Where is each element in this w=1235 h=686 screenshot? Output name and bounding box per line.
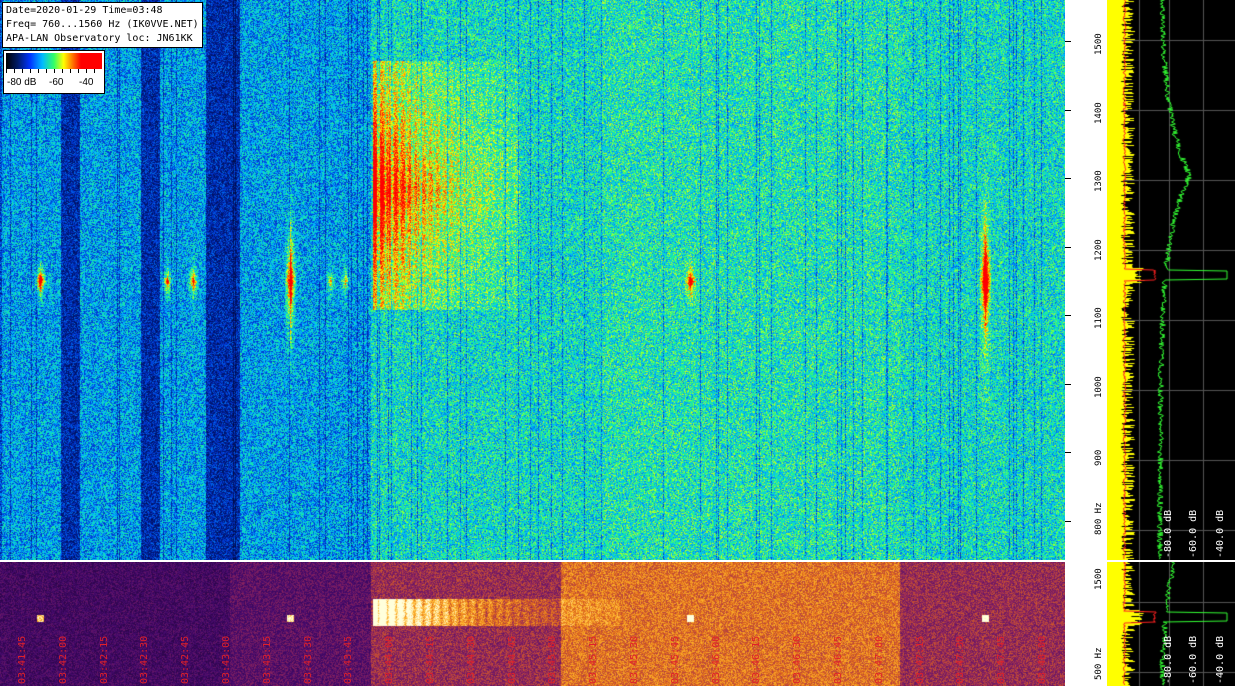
color-scale-ticks: [6, 69, 102, 73]
time-label: 03:44:00: [384, 635, 396, 684]
time-label: 03:45:15: [588, 635, 600, 684]
scale-label-min: -80 dB: [7, 77, 37, 88]
time-label: 03:47:00: [873, 635, 885, 684]
time-label: 03:45:45: [669, 635, 681, 684]
freq-tick-mark: [1065, 315, 1071, 317]
info-date-time: Date=2020-01-29 Time=03:48: [6, 5, 163, 16]
db-label: -60.0 dB: [1188, 509, 1199, 558]
info-observatory: APA-LAN Observatory loc: JN61KK: [6, 33, 193, 44]
time-label: 03:47:15: [914, 635, 926, 684]
freq-tick-label: 1200: [1094, 238, 1104, 261]
time-label: 03:44:45: [506, 635, 518, 684]
time-label: 03:44:30: [465, 635, 477, 684]
scale-label-mid: -60: [49, 77, 64, 88]
time-label: 03:47:30: [955, 635, 967, 684]
freq-tick-label: 1500: [1094, 33, 1104, 56]
freq-tick-mark: [1065, 246, 1071, 248]
time-label: 03:43:30: [302, 635, 314, 684]
freq-tick-mark: [1065, 178, 1071, 180]
freq-tick-mark: [1065, 520, 1071, 522]
freq-tick-mark: [1065, 41, 1071, 43]
freq-tick-label: 1400: [1094, 101, 1104, 124]
time-label: 03:46:30: [792, 635, 804, 684]
time-label: 03:42:00: [57, 635, 69, 684]
time-label: 03:42:45: [180, 635, 192, 684]
frequency-axis-lower: 1500 500 Hz: [1065, 562, 1107, 686]
scale-label-max: -40: [79, 77, 94, 88]
freq-tick-label: 1100: [1094, 307, 1104, 330]
time-label: 03:46:45: [833, 635, 844, 684]
freq-tick-mark: [1065, 109, 1071, 111]
freq-lower-tick-label: 1500: [1094, 568, 1104, 590]
time-label: 03:42:15: [98, 635, 110, 684]
time-label: 03:46:00: [710, 635, 722, 684]
freq-tick-mark: [1065, 452, 1071, 454]
freq-tick-label: 1300: [1094, 170, 1104, 193]
db-label: -80.0 dB: [1163, 509, 1174, 558]
color-scale-legend: -80 dB -60 -40: [3, 50, 105, 94]
time-label: 03:47:45: [996, 635, 1008, 684]
time-label: 03:45:00: [547, 635, 559, 684]
time-label: 03:46:15: [751, 635, 763, 684]
freq-tick-label: 1000: [1094, 375, 1104, 398]
db-label-lower: -80.0 dB: [1163, 635, 1174, 684]
db-label-lower: -40.0 dB: [1215, 635, 1226, 684]
freq-lower-tick-label: 500 Hz: [1094, 647, 1104, 680]
color-scale-bar: [6, 53, 102, 69]
time-label: 03:48:00: [1037, 635, 1048, 684]
freq-tick-mark: [1065, 383, 1071, 385]
info-box: Date=2020-01-29 Time=03:48 Freq= 760...15…: [2, 2, 203, 48]
waterfall-overview: [0, 562, 1065, 686]
waterfall-spectrogram: [0, 0, 1065, 560]
time-label: 03:43:15: [261, 635, 273, 684]
time-label: 03:42:30: [139, 635, 151, 684]
info-frequency: Freq= 760...1560 Hz (IK0VVE.NET): [6, 19, 199, 30]
freq-tick-label: 800 Hz: [1094, 502, 1104, 535]
frequency-axis: 1500 1400 1300 1200 1100 1000 900 800 Hz: [1065, 0, 1107, 560]
db-label-lower: -60.0 dB: [1188, 635, 1199, 684]
time-label: 03:44:15: [425, 635, 436, 684]
time-label: 03:41:45: [17, 635, 28, 684]
time-label: 03:43:45: [343, 635, 355, 684]
time-label: 03:43:00: [221, 635, 232, 684]
time-label: 03:45:30: [629, 635, 640, 684]
db-label: -40.0 dB: [1215, 509, 1226, 558]
spectrum-panel: [1107, 0, 1235, 560]
freq-tick-label: 900: [1094, 449, 1104, 467]
